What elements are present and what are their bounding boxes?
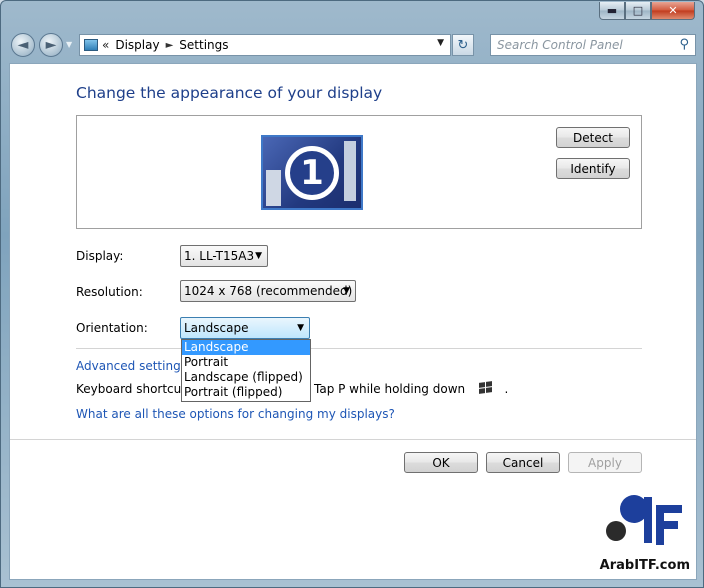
resolution-label: Resolution:	[76, 285, 143, 299]
close-button[interactable]: ✕	[651, 2, 695, 20]
resolution-select[interactable]: 1024 x 768 (recommended) ▼	[180, 280, 356, 302]
watermark-logo: ArabITF.com	[594, 487, 690, 573]
keyboard-shortcut-end: .	[504, 382, 509, 396]
forward-button[interactable]: ►	[39, 33, 63, 57]
address-bar[interactable]: « Display ► Settings ▼	[79, 34, 451, 56]
orientation-option-portrait[interactable]: Portrait	[182, 355, 310, 370]
control-panel-window: ▬ □ ✕ ◄ ► ▼ « Display ► Settings ▼ ↻ ⚲ C…	[0, 0, 704, 588]
orientation-option-landscape[interactable]: Landscape	[182, 340, 310, 355]
keyboard-shortcut-suffix: Tap P while holding down	[314, 382, 466, 396]
display-preview: 1 Detect Identify	[76, 115, 642, 229]
back-button[interactable]: ◄	[11, 33, 35, 57]
orientation-label: Orientation:	[76, 321, 148, 335]
orientation-select-value: Landscape	[184, 321, 249, 335]
monitor-icon[interactable]: 1	[261, 135, 363, 210]
breadcrumb-item-settings[interactable]: Settings	[179, 38, 228, 52]
chevron-down-icon[interactable]: ▼	[66, 40, 72, 49]
orientation-dropdown-list: Landscape Portrait Landscape (flipped) P…	[181, 339, 311, 402]
chevron-down-icon: ▼	[297, 323, 304, 333]
display-select-value: 1. LL-T15A3	[184, 249, 255, 263]
orientation-option-portrait-flipped[interactable]: Portrait (flipped)	[182, 385, 310, 400]
detect-button[interactable]: Detect	[556, 127, 630, 148]
search-icon[interactable]: ⚲	[679, 37, 689, 52]
caption-buttons: ▬ □ ✕	[599, 2, 695, 20]
maximize-button[interactable]: □	[625, 2, 651, 20]
apply-button[interactable]: Apply	[568, 452, 642, 473]
search-box[interactable]: ⚲	[490, 34, 696, 56]
divider	[76, 348, 642, 349]
monitor-number: 1	[285, 146, 339, 200]
chevron-down-icon: ▼	[255, 251, 262, 261]
orientation-option-landscape-flipped[interactable]: Landscape (flipped)	[182, 370, 310, 385]
content-pane: Change the appearance of your display 1 …	[9, 63, 697, 580]
minimize-button[interactable]: ▬	[599, 2, 625, 20]
display-label: Display:	[76, 249, 124, 263]
control-panel-icon	[84, 39, 98, 51]
orientation-select[interactable]: Landscape ▼	[180, 317, 310, 339]
keyboard-shortcut-prefix: Keyboard shortcut t	[76, 382, 195, 396]
breadcrumb-overflow[interactable]: «	[102, 38, 109, 52]
breadcrumb-separator-icon[interactable]: ►	[166, 40, 174, 51]
footer-divider	[10, 439, 696, 440]
page-title: Change the appearance of your display	[76, 84, 383, 102]
keyboard-shortcut-text: Keyboard shortcut t	[76, 382, 195, 396]
chevron-down-icon: ▼	[343, 286, 350, 296]
resolution-select-value: 1024 x 768 (recommended)	[184, 284, 353, 298]
breadcrumb-item-display[interactable]: Display	[115, 38, 159, 52]
keyboard-shortcut-suffix-text: Tap P while holding down .	[314, 381, 509, 396]
windows-logo-icon	[478, 381, 492, 395]
identify-button[interactable]: Identify	[556, 158, 630, 179]
display-select[interactable]: 1. LL-T15A3 ▼	[180, 245, 268, 267]
cancel-button[interactable]: Cancel	[486, 452, 560, 473]
help-link[interactable]: What are all these options for changing …	[76, 407, 395, 421]
refresh-icon[interactable]: ↻	[452, 34, 474, 56]
search-input[interactable]	[497, 38, 667, 52]
ok-button[interactable]: OK	[404, 452, 478, 473]
watermark-text: ArabITF.com	[599, 558, 690, 573]
address-dropdown-icon[interactable]: ▼	[437, 38, 444, 48]
